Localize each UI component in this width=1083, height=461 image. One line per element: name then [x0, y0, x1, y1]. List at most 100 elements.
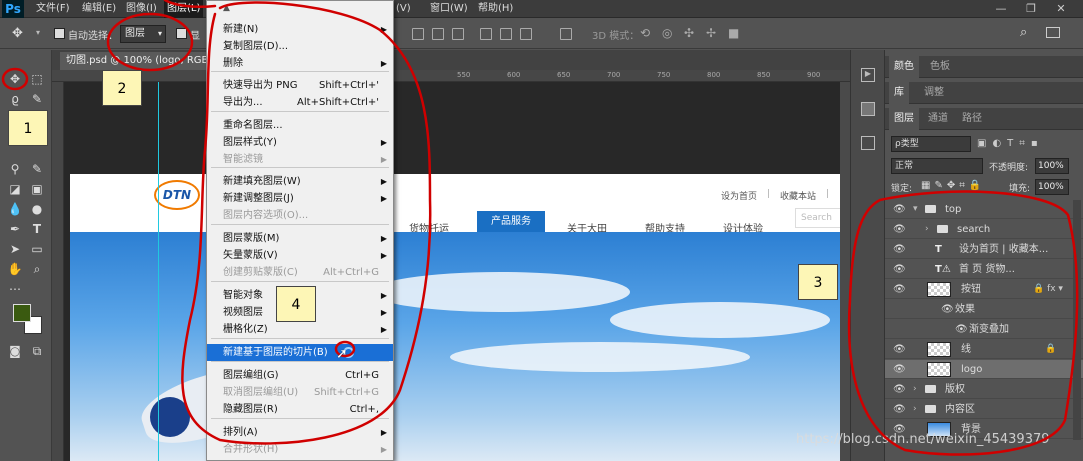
menu-item[interactable]: 快速导出为 PNG Shift+Ctrl+' [207, 77, 393, 94]
stamp-tool-icon[interactable]: ⚲ [6, 160, 24, 178]
dodge-tool-icon[interactable]: ● [28, 200, 46, 218]
eraser-icon[interactable]: ◪ [6, 180, 24, 198]
layer-row[interactable]: 👁 logo [885, 360, 1083, 379]
screen-mode-icon[interactable]: ⧉ [28, 342, 46, 360]
menu-item[interactable]: 取消图层编组(U) Shift+Ctrl+G [207, 384, 393, 401]
horizontal-ruler[interactable]: 550 600 650 700 750 800 850 900 [52, 70, 850, 82]
menu-item[interactable]: 栅格化(Z) ▶ [207, 321, 393, 338]
menu-file[interactable]: 文件(F) [36, 0, 70, 18]
zoom-tool-icon[interactable]: ⌕ [28, 260, 46, 278]
visibility-eye-icon[interactable]: 👁 [893, 360, 906, 379]
menu-item[interactable]: 图层蒙版(M) ▶ [207, 230, 393, 247]
tab-paths[interactable]: 路径 [957, 108, 987, 130]
menu-item[interactable]: 图层编组(G) Ctrl+G [207, 367, 393, 384]
lock-icons[interactable]: ▦✎✥⌗🔒 [921, 180, 985, 191]
layer-row[interactable]: 👁 渐变叠加 [885, 320, 1083, 339]
properties-icon[interactable] [861, 102, 875, 116]
align-vcenter-icon[interactable] [432, 28, 444, 40]
tab-layers[interactable]: 图层 [889, 108, 919, 130]
align-left-icon[interactable] [480, 28, 492, 40]
layer-row[interactable]: 👁 效果 [885, 300, 1083, 319]
menu-item[interactable]: 新建基于图层的切片(B) [207, 344, 393, 361]
tab-libraries[interactable]: 库 [889, 82, 909, 104]
layer-row[interactable]: 👁 线 🔒 [885, 340, 1083, 359]
tab-color[interactable]: 颜色 [889, 56, 919, 78]
menu-item[interactable]: 删除 ▶ [207, 55, 393, 72]
3d-orbit-icon[interactable]: ⟲ [640, 26, 650, 40]
blur-tool-icon[interactable]: 💧 [6, 200, 24, 218]
chevron-down-icon[interactable]: ▾ [913, 200, 918, 219]
foreground-color-swatch[interactable] [13, 304, 31, 322]
layer-filter-kind[interactable]: ρ类型 [891, 136, 971, 152]
paragraph-icon[interactable] [861, 136, 875, 150]
layer-fx-icon[interactable]: 🔒 fx ▾ [1033, 280, 1063, 299]
layer-filter-icons[interactable]: ▣◐T⌗▪ [977, 138, 1044, 149]
menu-layer[interactable]: 图层(L) [164, 0, 204, 18]
menu-help[interactable]: 帮助(H) [478, 0, 513, 18]
align-hcenter-icon[interactable] [500, 28, 512, 40]
align-bottom-icon[interactable] [452, 28, 464, 40]
3d-drag-icon[interactable]: ✣ [684, 26, 694, 40]
menu-item[interactable]: 图层样式(Y) ▶ [207, 134, 393, 151]
tab-channels[interactable]: 通道 [923, 108, 953, 130]
vertical-ruler[interactable] [52, 82, 64, 461]
layer-row[interactable]: 👁 ▾ top [885, 200, 1083, 219]
menu-item[interactable]: 智能滤镜 ▶ [207, 151, 393, 168]
pen-tool-icon[interactable]: ✒ [6, 220, 24, 238]
visibility-eye-icon[interactable]: 👁 [893, 340, 906, 359]
scroll-up-arrow-icon[interactable]: ▲ [223, 3, 230, 13]
workspace-icon[interactable] [1046, 27, 1060, 38]
search-icon[interactable]: ⌕ [1020, 25, 1027, 40]
layer-row[interactable]: 👁 › 版权 [885, 380, 1083, 399]
menu-item[interactable]: 图层内容选项(O)... [207, 207, 393, 224]
path-select-icon[interactable]: ➤ [6, 240, 24, 258]
minimize-icon[interactable]: — [990, 0, 1012, 18]
rectangle-tool-icon[interactable]: ▭ [28, 240, 46, 258]
visibility-eye-icon[interactable]: 👁 [893, 400, 906, 419]
visibility-eye-icon[interactable]: 👁 [893, 200, 906, 219]
menu-edit[interactable]: 编辑(E) [82, 0, 116, 18]
show-transform-checkbox[interactable] [176, 28, 187, 39]
gradient-tool-icon[interactable]: ▣ [28, 180, 46, 198]
more-tools-icon[interactable]: ⋯ [6, 280, 24, 298]
opacity-input[interactable]: 100% [1035, 158, 1069, 174]
layer-row[interactable]: 👁 T 设为首页 | 收藏本... [885, 240, 1083, 259]
hand-tool-icon[interactable]: ✋ [6, 260, 24, 278]
layer-row[interactable]: 👁 › 内容区 [885, 400, 1083, 419]
menu-item[interactable]: 复制图层(D)... [207, 38, 393, 55]
menu-window[interactable]: 窗口(W) [430, 0, 468, 18]
tab-adjustments[interactable]: 调整 [919, 82, 949, 104]
restore-icon[interactable]: ❐ [1020, 0, 1042, 18]
layer-row[interactable]: 👁 › search [885, 220, 1083, 239]
menu-item[interactable]: 新建(N) ▶ [207, 21, 393, 38]
visibility-eye-icon[interactable]: 👁 [893, 220, 906, 239]
guide-line[interactable] [158, 82, 159, 461]
layer-row[interactable]: 👁 按钮 🔒 fx ▾ [885, 280, 1083, 299]
close-icon[interactable]: ✕ [1050, 0, 1072, 18]
document-tab[interactable]: 切图.psd @ 100% (logo, RGB/8) [60, 52, 229, 70]
visibility-eye-icon[interactable]: 👁 [955, 320, 968, 339]
chevron-right-icon[interactable]: › [925, 220, 929, 239]
menu-item[interactable]: 导出为... Alt+Shift+Ctrl+' [207, 94, 393, 111]
quick-select-icon[interactable]: ✎ [28, 90, 46, 108]
visibility-eye-icon[interactable]: 👁 [893, 240, 906, 259]
menu-view[interactable]: (V) [396, 0, 411, 18]
quick-mask-icon[interactable]: ◙ [6, 342, 24, 360]
menu-item[interactable]: 重命名图层... [207, 117, 393, 134]
layers-scrollbar[interactable] [1073, 200, 1081, 440]
tab-swatches[interactable]: 色板 [925, 56, 955, 78]
layer-row[interactable]: 👁 T⚠ 首 页 货物... [885, 260, 1083, 279]
visibility-eye-icon[interactable]: 👁 [893, 380, 906, 399]
auto-select-dropdown[interactable]: 图层 ▾ [120, 25, 166, 43]
chevron-right-icon[interactable]: › [913, 400, 917, 419]
lasso-tool-icon[interactable]: ϱ [6, 90, 24, 108]
menu-image[interactable]: 图像(I) [126, 0, 157, 18]
menu-item[interactable]: 新建调整图层(J) ▶ [207, 190, 393, 207]
blend-mode-select[interactable]: 正常 [891, 158, 983, 174]
menu-item[interactable]: 合并形状(H) ▶ [207, 441, 393, 458]
canvas[interactable]: DTN 设为首页 | 收藏本站 | 货物托运 产品服务 关于大田 帮助支持 设计… [64, 82, 850, 461]
menu-item[interactable]: 创建剪贴蒙版(C) Alt+Ctrl+G [207, 264, 393, 281]
3d-camera-icon[interactable]: ■ [728, 26, 739, 40]
type-tool-icon[interactable]: T [28, 220, 46, 238]
menu-item[interactable]: 隐藏图层(R) Ctrl+, [207, 401, 393, 418]
